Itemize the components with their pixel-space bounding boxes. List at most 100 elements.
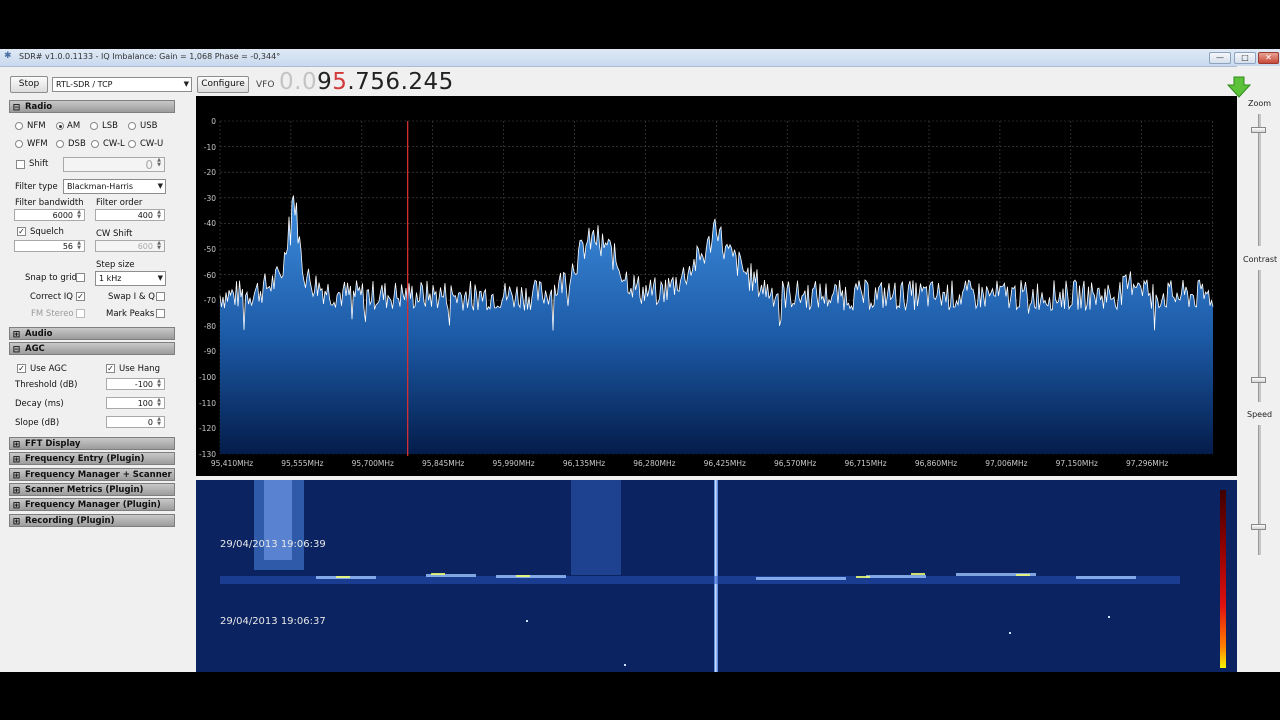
collapse-icon: ⊟: [12, 103, 21, 113]
mode-cwu-radio[interactable]: [128, 140, 136, 148]
slope-input[interactable]: 0 ▲ ▼: [106, 416, 165, 428]
title-bar[interactable]: ✱ SDR# v1.0.0.1133 - IQ Imbalance: Gain …: [0, 49, 1280, 67]
spinner-icon[interactable]: ▲ ▼: [155, 379, 163, 389]
expand-icon: ⊞: [12, 501, 21, 511]
mode-am-label: AM: [67, 121, 81, 131]
shift-label: Shift: [29, 159, 49, 169]
y-tick-label: -30: [203, 193, 216, 203]
stop-button[interactable]: Stop: [10, 76, 48, 93]
sdr-window: ✱ SDR# v1.0.0.1133 - IQ Imbalance: Gain …: [0, 49, 1280, 672]
shift-checkbox[interactable]: [16, 160, 25, 169]
step-size-value: 1 kHz: [99, 274, 122, 283]
mode-am-radio[interactable]: [56, 122, 64, 130]
x-tick-label: 96,715MHz: [844, 459, 887, 468]
correct-iq-checkbox[interactable]: ✓: [76, 292, 85, 301]
x-tick-label: 95,410MHz: [210, 459, 254, 468]
slope-value: 0: [147, 418, 153, 427]
decay-input[interactable]: 100 ▲ ▼: [106, 397, 165, 409]
mode-usb-radio[interactable]: [128, 122, 136, 130]
filter-bandwidth-input[interactable]: 6000 ▲ ▼: [14, 209, 85, 221]
spinner-icon[interactable]: ▲ ▼: [75, 241, 83, 251]
threshold-input[interactable]: -100 ▲ ▼: [106, 378, 165, 390]
x-tick-label: 95,845MHz: [422, 459, 465, 468]
maximize-button[interactable]: □: [1234, 52, 1256, 64]
spinner-icon[interactable]: ▲ ▼: [155, 417, 163, 427]
speed-slider-track[interactable]: [1258, 425, 1261, 555]
mode-nfm-radio[interactable]: [15, 122, 23, 130]
chevron-down-icon: ▼: [157, 274, 163, 282]
waterfall-signal: [1076, 576, 1136, 579]
source-select[interactable]: RTL-SDR / TCP ▼: [52, 77, 192, 92]
waterfall-timestamp: 29/04/2013 19:06:39: [220, 539, 326, 550]
plugin-header-frequency-manager-scanner[interactable]: ⊞ Frequency Manager + Scanner (Plugin): [9, 468, 175, 481]
source-select-value: RTL-SDR / TCP: [56, 80, 113, 89]
x-tick-label: 95,990MHz: [492, 459, 535, 468]
spinner-icon[interactable]: ▲ ▼: [75, 210, 83, 220]
shift-input[interactable]: 0 ▲ ▼: [63, 157, 165, 172]
correct-iq-label: Correct IQ: [30, 292, 73, 302]
waterfall-signal: [624, 664, 626, 666]
minimize-button[interactable]: —: [1209, 52, 1231, 64]
configure-button[interactable]: Configure: [197, 76, 249, 93]
x-tick-label: 96,135MHz: [562, 459, 606, 468]
zoom-slider-track[interactable]: [1258, 114, 1261, 246]
vfo-digit-highlighted[interactable]: 5: [332, 69, 347, 95]
radio-section-header[interactable]: ⊟ Radio: [9, 100, 175, 113]
mode-usb-label: USB: [140, 121, 158, 131]
plugin-header-recording[interactable]: ⊞ Recording (Plugin): [9, 514, 175, 527]
download-arrow-icon[interactable]: [1226, 76, 1252, 98]
speed-slider-thumb[interactable]: [1251, 524, 1266, 531]
mark-peaks-checkbox[interactable]: [156, 309, 165, 318]
mode-dsb-radio[interactable]: [56, 140, 64, 148]
vfo-marker[interactable]: [407, 121, 409, 456]
swap-iq-label: Swap I & Q: [108, 292, 155, 302]
use-agc-checkbox[interactable]: ✓: [17, 364, 26, 373]
y-tick-label: -130: [198, 449, 216, 459]
step-size-select[interactable]: 1 kHz ▼: [95, 271, 166, 286]
squelch-label: Squelch: [30, 227, 64, 237]
mode-cwl-radio[interactable]: [91, 140, 99, 148]
threshold-label: Threshold (dB): [15, 380, 78, 390]
x-tick-label: 96,425MHz: [703, 459, 746, 468]
close-button[interactable]: ✕: [1258, 52, 1279, 64]
contrast-slider-thumb[interactable]: [1251, 377, 1266, 384]
spinner-icon[interactable]: ▲ ▼: [155, 241, 163, 251]
vfo-digits-rest: .756.245: [347, 69, 454, 95]
snap-to-grid-checkbox[interactable]: [76, 273, 85, 282]
plugin-header-frequency-manager[interactable]: ⊞ Frequency Manager (Plugin): [9, 498, 175, 511]
x-tick-label: 97,006MHz: [985, 459, 1028, 468]
filter-type-select[interactable]: Blackman-Harris ▼: [63, 179, 166, 194]
waterfall-signal: [1108, 616, 1110, 618]
fm-stereo-checkbox[interactable]: [76, 309, 85, 318]
squelch-checkbox[interactable]: ✓: [17, 227, 26, 236]
waterfall-timestamp: 29/04/2013 19:06:37: [220, 616, 326, 627]
agc-section-header[interactable]: ⊟ AGC: [9, 342, 175, 355]
plugin-header-frequency-entry[interactable]: ⊞ Frequency Entry (Plugin): [9, 452, 175, 465]
vfo-frequency-display[interactable]: 0.095.756.245: [279, 69, 454, 95]
mode-wfm-radio[interactable]: [15, 140, 23, 148]
zoom-slider-thumb[interactable]: [1251, 126, 1266, 133]
speed-label: Speed: [1247, 410, 1273, 419]
squelch-input[interactable]: 56 ▲ ▼: [14, 240, 85, 252]
spinner-icon[interactable]: ▲ ▼: [155, 158, 163, 168]
audio-section-header[interactable]: ⊞ Audio: [9, 327, 175, 340]
waterfall-signal: [526, 620, 528, 622]
window-title: SDR# v1.0.0.1133 - IQ Imbalance: Gain = …: [19, 52, 281, 61]
plugin-header-fft-display[interactable]: ⊞ FFT Display: [9, 437, 175, 450]
use-hang-checkbox[interactable]: ✓: [106, 364, 115, 373]
plugin-header-scanner-metrics[interactable]: ⊞ Scanner Metrics (Plugin): [9, 483, 175, 496]
spectrum-analyzer[interactable]: 0 -10 -20 -30 -40 -50 -60 -70 -80 -90 -100 -110 -120…: [196, 96, 1237, 476]
cw-shift-input[interactable]: 600 ▲ ▼: [95, 240, 165, 252]
x-tick-label: 96,280MHz: [633, 459, 676, 468]
waterfall-signal: [1009, 632, 1011, 634]
expand-icon: ⊞: [12, 440, 21, 450]
spinner-icon[interactable]: ▲ ▼: [155, 398, 163, 408]
y-tick-label: -70: [203, 296, 216, 306]
swap-iq-checkbox[interactable]: [156, 292, 165, 301]
mode-lsb-radio[interactable]: [90, 122, 98, 130]
filter-order-value: 400: [137, 211, 153, 220]
waterfall-display[interactable]: 29/04/2013 19:06:39 29/04/2013 19:06:37: [196, 480, 1237, 672]
spinner-icon[interactable]: ▲ ▼: [155, 210, 163, 220]
filter-order-input[interactable]: 400 ▲ ▼: [95, 209, 165, 221]
waterfall-signal: [431, 573, 445, 575]
